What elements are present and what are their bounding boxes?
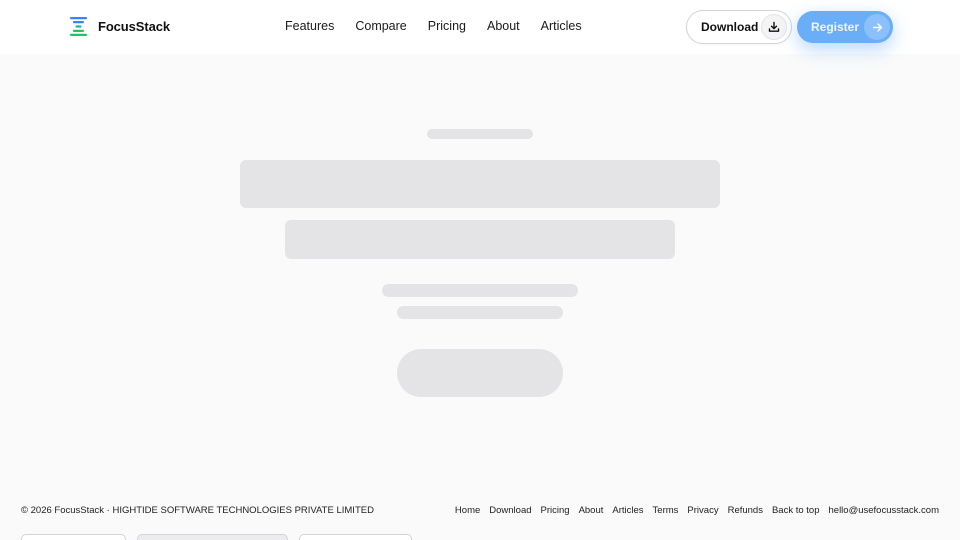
site-header: FocusStack Features Compare Pricing Abou… <box>0 0 960 54</box>
footer-links: Home Download Pricing About Articles Ter… <box>455 505 939 516</box>
footer-badge[interactable] <box>299 534 412 540</box>
footer-link-pricing[interactable]: Pricing <box>541 505 570 516</box>
nav-item-pricing[interactable]: Pricing <box>428 19 466 33</box>
footer-link-email[interactable]: hello@usefocusstack.com <box>829 505 940 516</box>
skeleton-headline-line-1 <box>240 160 720 208</box>
skeleton-subtext-line-1 <box>382 284 578 297</box>
nav-item-about[interactable]: About <box>487 19 520 33</box>
stack-logo-icon <box>70 17 87 36</box>
skeleton-subtext-line-2 <box>397 306 563 319</box>
footer-link-about[interactable]: About <box>579 505 604 516</box>
skeleton-headline-line-2 <box>285 220 675 259</box>
arrow-right-icon <box>864 14 890 40</box>
download-button-label: Download <box>701 20 759 34</box>
brand-name: FocusStack <box>98 19 170 34</box>
footer-badge[interactable] <box>21 534 126 540</box>
footer-link-articles[interactable]: Articles <box>612 505 643 516</box>
skeleton-cta-button <box>397 349 563 397</box>
download-icon <box>761 14 787 40</box>
brand-logo-link[interactable]: FocusStack <box>70 17 170 36</box>
footer-link-terms[interactable]: Terms <box>653 505 679 516</box>
main-nav: Features Compare Pricing About Articles <box>285 19 603 33</box>
nav-item-articles[interactable]: Articles <box>541 19 582 33</box>
footer-badge[interactable] <box>137 534 288 540</box>
download-button[interactable]: Download <box>686 10 792 44</box>
footer-link-back-to-top[interactable]: Back to top <box>772 505 820 516</box>
register-button-label: Register <box>811 20 860 34</box>
footer-link-refunds[interactable]: Refunds <box>728 505 763 516</box>
skeleton-eyebrow <box>427 129 533 139</box>
footer-link-home[interactable]: Home <box>455 505 480 516</box>
site-footer: © 2026 FocusStack · HIGHTIDE SOFTWARE TE… <box>0 486 960 540</box>
footer-copyright: © 2026 FocusStack · HIGHTIDE SOFTWARE TE… <box>21 505 374 516</box>
nav-item-compare[interactable]: Compare <box>355 19 406 33</box>
register-button[interactable]: Register <box>797 11 893 43</box>
footer-link-download[interactable]: Download <box>489 505 531 516</box>
nav-item-features[interactable]: Features <box>285 19 334 33</box>
footer-link-privacy[interactable]: Privacy <box>687 505 718 516</box>
